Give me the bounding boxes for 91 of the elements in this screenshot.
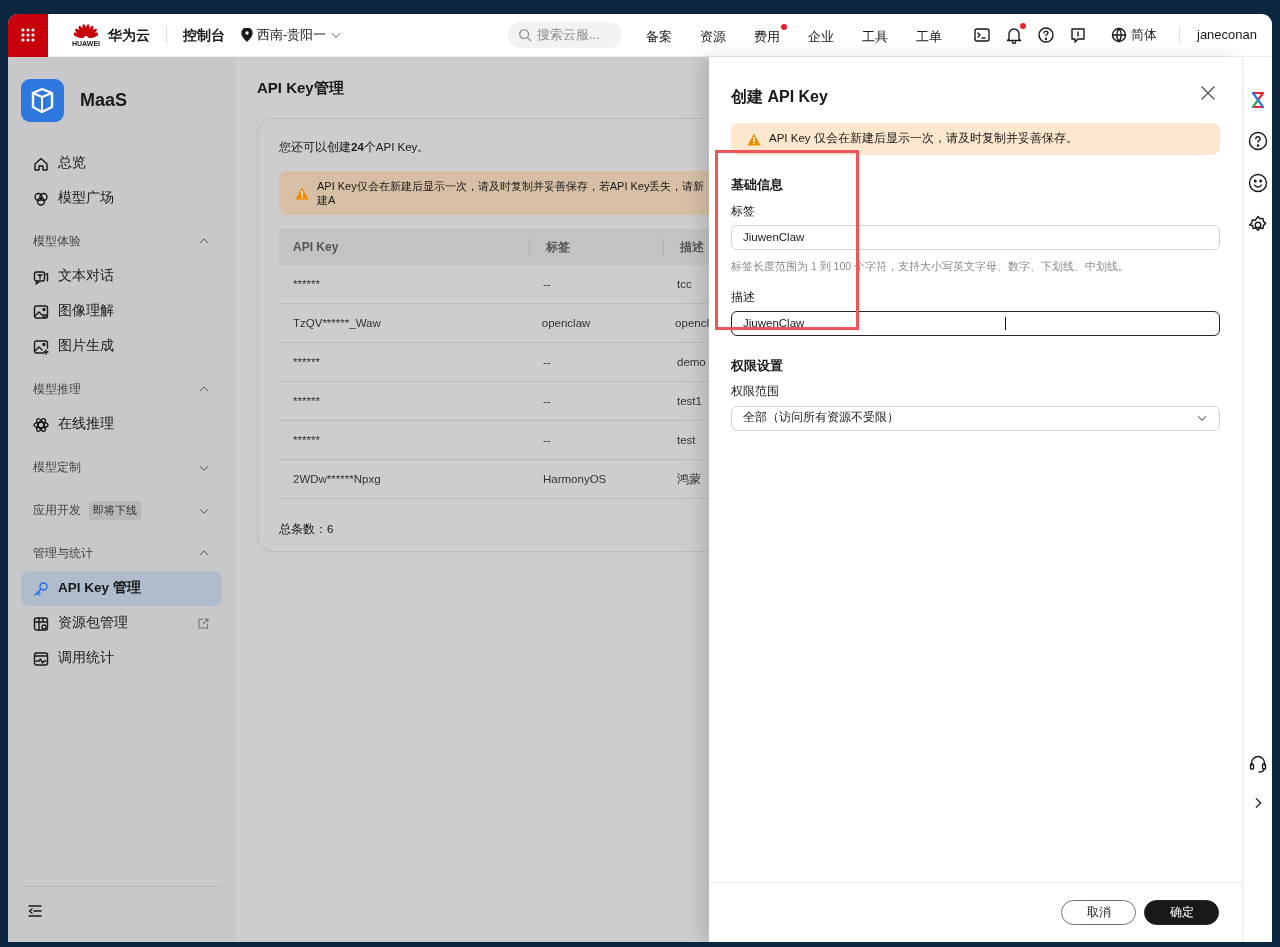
- sidebar-item[interactable]: 图像理解: [21, 294, 222, 329]
- nav-link[interactable]: 企业: [808, 23, 841, 47]
- column-header: API Key: [293, 239, 339, 257]
- section-title: 权限设置: [731, 356, 784, 375]
- chat-icon: [33, 268, 49, 285]
- confirm-button[interactable]: 确定: [1144, 900, 1219, 925]
- table-cell-text: --: [542, 276, 552, 292]
- app-menu-button[interactable]: [8, 14, 48, 57]
- page-title: API Key管理: [257, 78, 345, 98]
- table-cell-text: ******: [292, 393, 321, 409]
- globe-icon: [1111, 27, 1127, 43]
- quota-text: 您还可以创建24个API Key。: [279, 139, 431, 155]
- nav-link[interactable]: 工单: [916, 23, 949, 47]
- drawer-title: 创建 API Key: [731, 87, 828, 107]
- table-cell-text: HarmonyOS: [542, 471, 608, 487]
- warning-icon: [747, 132, 761, 146]
- group-header[interactable]: 应用开发 即将下线: [21, 493, 222, 528]
- sidebar-item[interactable]: 文本对话: [21, 259, 222, 294]
- cubes-icon: [33, 190, 49, 207]
- total-count: 总条数：6: [279, 522, 335, 538]
- feedback-icon[interactable]: [1069, 26, 1087, 44]
- sidebar-item[interactable]: 资源包管理: [21, 606, 222, 641]
- location-pin-icon: [241, 28, 253, 42]
- table-cell-text: tcc: [676, 276, 692, 292]
- language-selector[interactable]: 简体: [1111, 25, 1157, 45]
- table-cell-text: demo: [676, 354, 706, 370]
- sidebar-item[interactable]: 图片生成: [21, 329, 222, 364]
- nav-link[interactable]: 备案: [646, 23, 679, 47]
- product-name: MaaS: [80, 89, 128, 112]
- brand-name: 华为云: [108, 25, 150, 45]
- table-cell-text: test: [676, 432, 696, 448]
- product-logo-icon: [21, 79, 64, 122]
- bell-icon[interactable]: [1005, 26, 1023, 44]
- select-field[interactable]: 全部（访问所有资源不受限）: [731, 405, 1220, 431]
- search-icon: [518, 28, 532, 42]
- table-cell-text: ******: [292, 354, 321, 370]
- sidebar-item[interactable]: 调用统计: [21, 641, 222, 676]
- close-icon[interactable]: [1200, 85, 1216, 101]
- group-header[interactable]: 模型定制: [21, 450, 222, 485]
- image-plus-icon: [33, 338, 49, 355]
- sidebar-item[interactable]: 总览: [21, 146, 222, 181]
- user-name[interactable]: janeconan: [1197, 25, 1257, 45]
- table-cell-text: test1: [676, 393, 702, 409]
- nav-link[interactable]: 资源: [700, 23, 733, 47]
- table-cell-text: --: [542, 432, 552, 448]
- table-cell-text: TzQV******_Waw: [292, 315, 382, 331]
- region-selector[interactable]: 西南-贵阳一: [241, 25, 343, 45]
- atom-icon: [33, 416, 49, 433]
- headset-icon[interactable]: [1247, 754, 1268, 774]
- warning-icon: [295, 186, 309, 200]
- column-header: 描述: [680, 239, 704, 257]
- help-icon[interactable]: [1247, 131, 1268, 151]
- package-icon: [33, 615, 49, 632]
- table-cell-text: 鸿蒙: [676, 471, 701, 487]
- console-link[interactable]: 控制台: [183, 24, 225, 46]
- sidebar-item[interactable]: 在线推理: [21, 407, 222, 442]
- section-title: 基础信息: [731, 176, 784, 194]
- statistics-icon: [33, 650, 49, 667]
- group-header[interactable]: 管理与统计: [21, 536, 222, 571]
- terminal-icon[interactable]: [973, 26, 991, 44]
- sidebar-item[interactable]: 模型广场: [21, 181, 222, 216]
- column-header: 标签: [546, 239, 570, 257]
- status-tag: 即将下线: [89, 501, 141, 520]
- table-cell-text: --: [542, 393, 552, 409]
- external-link-icon: [197, 617, 210, 630]
- table-cell-text: --: [542, 354, 552, 370]
- table-cell-text: ******: [292, 276, 321, 292]
- field-label: 描述: [731, 289, 756, 305]
- image-icon: [33, 303, 49, 320]
- table-cell-text: ******: [292, 432, 321, 448]
- sidebar-item[interactable]: API Key 管理: [21, 571, 222, 606]
- help-icon[interactable]: [1037, 26, 1055, 44]
- nav-link[interactable]: 工具: [862, 23, 895, 47]
- warning-banner: API Key 仅会在新建后显示一次，请及时复制并妥善保存。: [731, 123, 1220, 155]
- input-field[interactable]: JiuwenClaw: [731, 310, 1220, 336]
- key-icon: [33, 580, 49, 597]
- group-header[interactable]: 模型推理: [21, 372, 222, 407]
- collapse-menu-icon[interactable]: [27, 903, 43, 920]
- warning-banner: API Key仅会在新建后显示一次，请及时复制并妥善保存，若API Key丢失，请新建A: [279, 170, 709, 216]
- field-label: 权限范围: [731, 384, 780, 400]
- input-field[interactable]: JiuwenClaw: [731, 224, 1220, 250]
- smile-icon[interactable]: [1247, 173, 1268, 193]
- table-cell-text: openclaw: [540, 315, 592, 331]
- table-cell-text: opencl: [674, 315, 709, 331]
- flower-logo-icon: [74, 23, 98, 40]
- nav-link[interactable]: 费用: [754, 23, 787, 47]
- group-header[interactable]: 模型体验: [21, 224, 222, 259]
- grid-icon: [20, 27, 36, 43]
- home-icon: [33, 155, 49, 172]
- field-label: 标签: [731, 203, 756, 219]
- table-cell-text: 2WDw******Npxg: [292, 471, 382, 487]
